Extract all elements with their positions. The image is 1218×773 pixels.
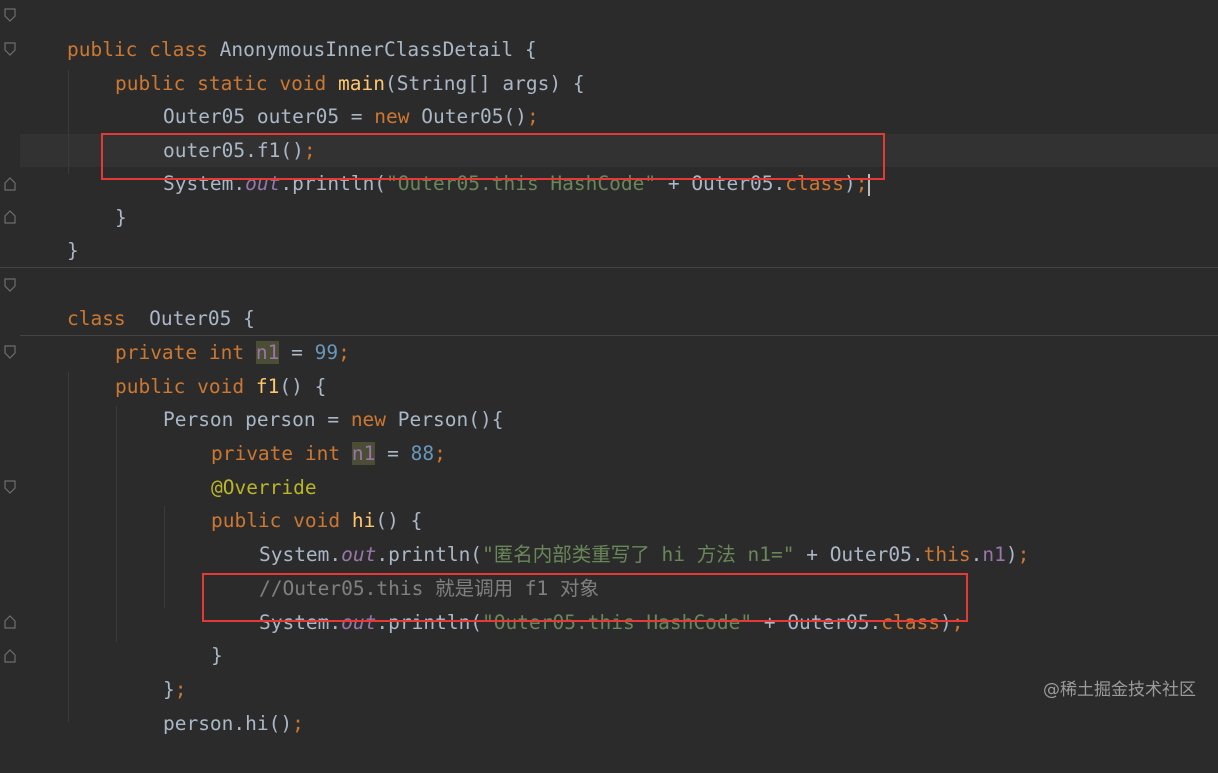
highlight-box [202, 573, 968, 622]
watermark: @稀土掘金技术社区 [1043, 680, 1196, 700]
closing-brace: } [114, 206, 127, 229]
method-separator [0, 267, 1218, 268]
semicolon: ; [292, 712, 304, 735]
code-line-15[interactable]: System.out.println("匿名内部类重写了 hi 方法 n1=" … [20, 505, 1029, 566]
number-literal: 88 [410, 442, 435, 465]
field-name: n1 [351, 442, 376, 465]
code-line-19[interactable]: }; [20, 640, 187, 701]
closing-brace: } [66, 239, 79, 262]
code-line-20[interactable]: person.hi(); [20, 674, 304, 735]
code-text: ) [1005, 543, 1018, 566]
code-line-1[interactable]: public class AnonymousInnerClassDetail { [20, 0, 537, 61]
fold-close-icon[interactable] [4, 649, 16, 663]
code-editor[interactable]: public class AnonymousInnerClassDetail {… [0, 0, 1218, 735]
code-line-9[interactable]: private int n1 = 99; [20, 303, 350, 364]
code-line-8[interactable]: class Outer05 { [20, 269, 255, 330]
code-text: + Outer05. [794, 543, 924, 566]
code-line-13[interactable]: @Override [20, 438, 317, 499]
code-line-10[interactable]: public void f1() { [20, 337, 326, 398]
code-line-18[interactable]: } [20, 606, 223, 667]
code-line-3[interactable]: Outer05 outer05 = new Outer05(); [20, 67, 539, 128]
code-line-2[interactable]: public static void main(String[] args) { [20, 34, 585, 95]
semicolon: ; [526, 105, 539, 128]
fold-open-icon[interactable] [4, 278, 16, 292]
code-line-4[interactable]: outer05.f1(); [20, 101, 316, 162]
code-line-16[interactable]: //Outer05.this 就是调用 f1 对象 [20, 539, 599, 600]
keyword: new [374, 105, 422, 128]
fold-close-icon[interactable] [4, 615, 16, 629]
fold-open-icon[interactable] [4, 8, 16, 22]
fold-open-icon[interactable] [4, 480, 16, 494]
code-text: Outer05() [421, 105, 527, 128]
code-line-11[interactable]: Person person = new Person(){ [20, 370, 503, 431]
fold-open-icon[interactable] [4, 345, 16, 359]
keyword: this [923, 543, 971, 566]
semicolon: ; [1017, 543, 1030, 566]
code-line-12[interactable]: private int n1 = 88; [20, 404, 446, 465]
code-text: . [970, 543, 983, 566]
code-text: = [375, 442, 411, 465]
fold-open-icon[interactable] [4, 42, 16, 56]
closing-brace: } [210, 644, 223, 667]
code-line-7[interactable]: } [20, 201, 79, 262]
editor-gutter [0, 0, 20, 722]
fold-close-icon[interactable] [4, 210, 16, 224]
highlight-box [101, 133, 885, 180]
semicolon: ; [434, 442, 446, 465]
code-text: person.hi() [162, 712, 293, 735]
semicolon: ; [338, 341, 350, 364]
field-name: n1 [982, 543, 1006, 566]
code-line-14[interactable]: public void hi() { [20, 471, 422, 532]
fold-close-icon[interactable] [4, 177, 16, 191]
